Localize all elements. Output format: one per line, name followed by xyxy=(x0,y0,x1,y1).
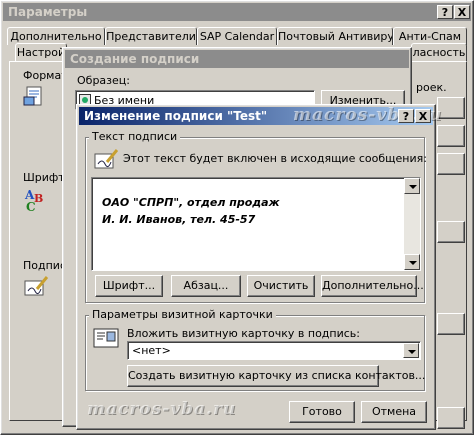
tab-security[interactable]: ласность xyxy=(411,43,467,61)
options-title: Параметры xyxy=(8,5,88,19)
signature-text-area[interactable]: ОАО "СПРП", отдел продаж И. И. Иванов, т… xyxy=(91,177,421,271)
cancel-button[interactable]: Отмена xyxy=(361,401,427,423)
signature-line-2: И. И. Иванов, тел. 45-57 xyxy=(102,213,256,226)
business-card-select[interactable]: <нет> xyxy=(127,341,421,360)
svg-text:C: C xyxy=(26,200,36,213)
right-side-button-5[interactable] xyxy=(437,313,465,335)
vertical-scrollbar[interactable] xyxy=(404,178,420,270)
tab-settings[interactable]: Настрой xyxy=(15,43,67,61)
options-titlebar: Параметры xyxy=(3,3,471,21)
business-card-icon xyxy=(93,327,119,349)
advanced-button[interactable]: Дополнительно... xyxy=(321,275,424,297)
right-settings-text: роек. xyxy=(416,81,447,94)
right-side-button-6[interactable] xyxy=(437,407,465,429)
create-signature-left-strip xyxy=(63,100,73,420)
tab-sap-calendar[interactable]: SAP Calendar xyxy=(197,27,277,45)
edit-close-button[interactable]: X xyxy=(415,109,431,123)
right-side-button-2[interactable] xyxy=(437,125,465,147)
font-button[interactable]: Шрифт... xyxy=(95,275,163,297)
signature-info-icon xyxy=(93,149,119,171)
tab-delegates[interactable]: Представители xyxy=(105,27,197,45)
scroll-up-arrow[interactable] xyxy=(404,178,420,194)
create-card-button[interactable]: Создать визитную карточку из списка конт… xyxy=(127,365,425,387)
paragraph-button[interactable]: Абзац... xyxy=(171,275,241,297)
business-card-group-label: Параметры визитной карточки xyxy=(89,308,276,321)
signature-pen-icon xyxy=(23,275,49,299)
right-side-button-3[interactable] xyxy=(437,153,465,175)
business-card-dropdown-arrow[interactable] xyxy=(403,343,419,358)
edit-help-button[interactable]: ? xyxy=(398,109,414,123)
signature-text-content: ОАО "СПРП", отдел продаж И. И. Иванов, т… xyxy=(102,194,280,228)
edit-signature-dialog: Изменение подписи "Test" macros-vba.ru ?… xyxy=(76,104,441,430)
signature-text-group-label: Текст подписи xyxy=(89,130,181,143)
create-signature-titlebar: Создание подписи xyxy=(65,50,409,68)
options-help-button[interactable]: ? xyxy=(437,5,453,19)
ok-button[interactable]: Готово xyxy=(289,401,355,423)
business-card-label: Вложить визитную карточку в подпись: xyxy=(127,327,360,340)
create-signature-title: Создание подписи xyxy=(70,52,200,66)
options-close-button[interactable]: X xyxy=(454,5,470,19)
signature-info-text: Этот текст будет включен в исходящие соо… xyxy=(123,152,427,165)
watermark-bottom: macros-vba.ru xyxy=(87,399,237,419)
clear-button[interactable]: Очистить xyxy=(247,275,315,297)
fonts-icon: A B C xyxy=(23,187,49,214)
scroll-down-arrow[interactable] xyxy=(404,254,420,270)
tab-antivirus[interactable]: Почтовый Антивирус xyxy=(277,27,393,45)
sample-label: Образец: xyxy=(77,74,130,87)
mail-format-icon xyxy=(23,85,49,109)
edit-signature-title: Изменение подписи "Test" xyxy=(84,109,268,123)
right-side-button-4[interactable] xyxy=(437,221,465,243)
business-card-select-value: <нет> xyxy=(132,344,171,357)
signature-line-1: ОАО "СПРП", отдел продаж xyxy=(102,196,280,209)
